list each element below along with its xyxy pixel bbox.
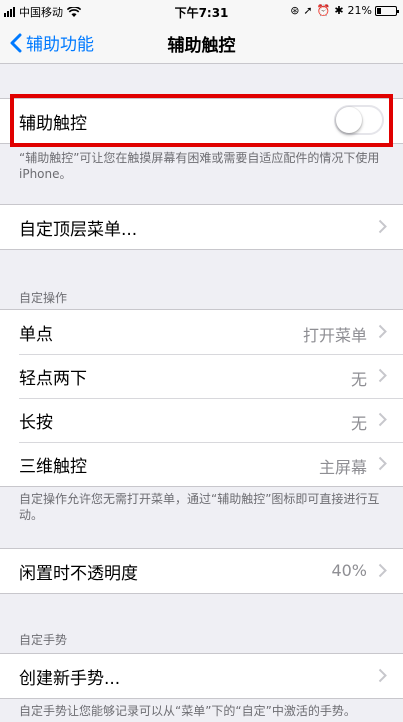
action-value: 无 [350,370,367,389]
chevron-right-icon [378,219,387,234]
action-row-single-tap[interactable]: 单点 打开菜单 [0,310,403,354]
top-menu-label: 自定顶层菜单... [19,219,138,240]
action-label: 长按 [19,412,53,433]
chevron-right-icon [378,456,387,471]
assistive-touch-footer: “辅助触控”可让您在触摸屏幕有困难或需要自适应配件的情况下使用 iPhone。 [19,151,380,181]
chevron-right-icon [378,412,387,427]
chevron-right-icon [378,368,387,383]
action-value: 主屏幕 [318,458,367,477]
idle-opacity-value: 40% [331,561,367,580]
action-value: 无 [350,414,367,433]
action-label: 单点 [19,324,53,345]
location-icon: ➚ [303,4,313,17]
highlight-box [10,94,393,147]
chevron-right-icon [378,324,387,339]
action-row-long-press[interactable]: 长按 无 [0,398,403,442]
custom-actions-group: 单点 打开菜单 轻点两下 无 长按 无 三维触控 主屏幕 [0,309,403,487]
custom-actions-header: 自定操作 [19,291,68,305]
page-title: 辅助触控 [167,36,236,56]
custom-gestures-header: 自定手势 [19,633,68,647]
action-label: 三维触控 [19,456,87,477]
battery-fill [377,7,381,14]
idle-opacity-row[interactable]: 闲置时不透明度 40% [0,549,403,593]
custom-gestures-footer: 自定手势让您能够记录可以从“菜单”下的“自定”中激活的手势。 [19,704,356,718]
custom-actions-footer: 自定操作允许您无需打开菜单，通过“辅助触控”图标即可直接进行互动。 [19,492,380,522]
custom-gestures-group: 创建新手势... [0,653,403,699]
alarm-icon: ⏰ [316,4,331,17]
action-row-3d-touch[interactable]: 三维触控 主屏幕 [0,442,403,486]
bluetooth-icon: ✱ [334,4,344,17]
create-gesture-row[interactable]: 创建新手势... [0,654,403,698]
chevron-right-icon [378,563,387,578]
action-row-double-tap[interactable]: 轻点两下 无 [0,354,403,398]
top-menu-group: 自定顶层菜单... [0,204,403,250]
action-label: 轻点两下 [19,368,87,389]
battery-icon [375,5,399,16]
top-menu-row[interactable]: 自定顶层菜单... [0,205,403,249]
orientation-lock-icon: ⊛ [290,4,300,17]
status-right: ⊛ ➚ ⏰ ✱ 21% [286,4,399,17]
status-bar: 中国移动 下午7:31 ⊛ ➚ ⏰ ✱ 21% [0,0,403,22]
idle-opacity-label: 闲置时不透明度 [19,563,138,584]
battery-percent: 21% [347,4,372,17]
create-gesture-label: 创建新手势... [19,668,121,689]
idle-opacity-group: 闲置时不透明度 40% [0,548,403,594]
chevron-right-icon [378,668,387,683]
navigation-bar: 辅助功能 辅助触控 [0,22,403,64]
action-value: 打开菜单 [302,326,367,345]
